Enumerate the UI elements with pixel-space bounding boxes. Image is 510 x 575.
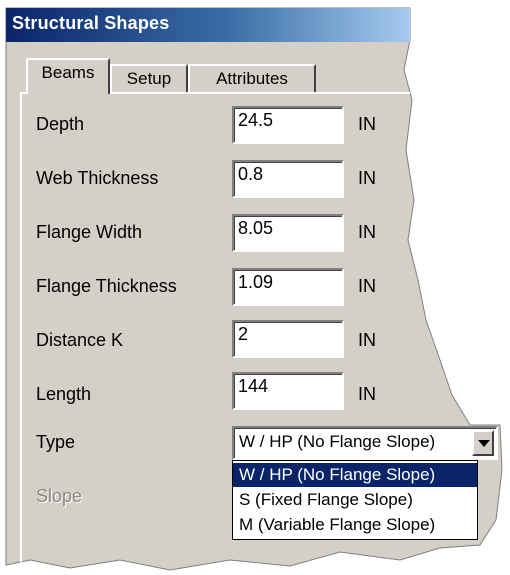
web-thickness-input[interactable]: 0.8 xyxy=(232,160,344,198)
flange-width-label: Flange Width xyxy=(36,222,143,242)
tab-setup[interactable]: Setup xyxy=(110,64,188,92)
flange-thickness-unit: IN xyxy=(358,276,376,296)
distance-k-label: Distance K xyxy=(36,330,124,350)
type-option-s[interactable]: S (Fixed Flange Slope) xyxy=(233,488,477,512)
web-thickness-unit: IN xyxy=(358,168,376,188)
tab-pane-left-edge xyxy=(20,92,22,562)
type-option-m[interactable]: M (Variable Flange Slope) xyxy=(233,513,477,537)
length-label: Length xyxy=(36,384,92,404)
depth-unit: IN xyxy=(358,114,376,134)
depth-input[interactable]: 24.5 xyxy=(232,106,344,144)
chevron-down-icon xyxy=(478,440,490,447)
flange-width-input[interactable]: 8.05 xyxy=(232,214,344,252)
flange-thickness-input[interactable]: 1.09 xyxy=(232,268,344,306)
tab-attributes[interactable]: Attributes xyxy=(188,64,316,92)
depth-label: Depth xyxy=(36,114,85,134)
window-title: Structural Shapes xyxy=(12,13,170,33)
type-option-w-hp[interactable]: W / HP (No Flange Slope) xyxy=(233,463,477,487)
length-unit: IN xyxy=(358,384,376,404)
flange-width-unit: IN xyxy=(358,222,376,242)
web-thickness-label: Web Thickness xyxy=(36,168,159,188)
distance-k-unit: IN xyxy=(358,330,376,350)
length-input[interactable]: 144 xyxy=(232,372,344,410)
distance-k-input[interactable]: 2 xyxy=(232,320,344,358)
type-dropdown-button[interactable] xyxy=(472,430,494,456)
slope-label: Slope xyxy=(36,486,83,506)
window-titlebar: Structural Shapes xyxy=(6,8,410,42)
type-select-value: W / HP (No Flange Slope) xyxy=(239,432,436,451)
type-select[interactable]: W / HP (No Flange Slope) xyxy=(232,426,498,460)
tab-beams[interactable]: Beams xyxy=(26,58,110,94)
type-options-list: W / HP (No Flange Slope) S (Fixed Flange… xyxy=(232,460,478,540)
flange-thickness-label: Flange Thickness xyxy=(36,276,177,296)
type-label: Type xyxy=(36,432,76,452)
